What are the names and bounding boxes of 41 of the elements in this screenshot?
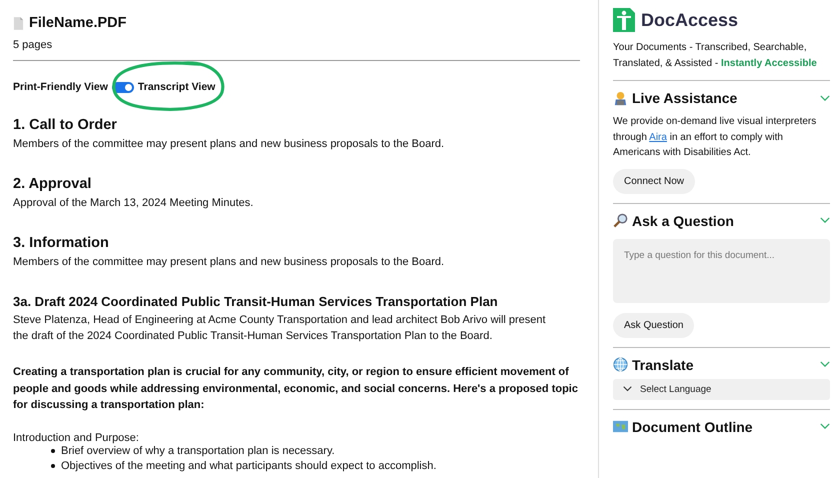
bullet-icon xyxy=(51,464,55,468)
map-icon xyxy=(613,419,628,434)
accessibility-icon xyxy=(613,8,635,32)
tagline: Your Documents - Transcribed, Searchable, Translated, & Assisted - Instantly Accessible xyxy=(613,41,818,71)
chevron-icon xyxy=(623,386,632,392)
chevron-icon[interactable] xyxy=(820,217,830,224)
chevron-icon[interactable] xyxy=(820,423,830,430)
chevron-icon[interactable] xyxy=(820,361,830,368)
toggle-label: Transcript View xyxy=(138,81,216,93)
panel-title: Live Assistance xyxy=(632,90,738,106)
section-heading: 3. Information xyxy=(13,235,110,251)
topic-title: Introduction and Purpose: xyxy=(13,432,140,444)
connect-button[interactable]: Connect Now xyxy=(613,168,696,194)
section-text: Members of the committee may present plans and new business proposals to the Board. xyxy=(13,137,446,152)
toggle-label: Print-Friendly View xyxy=(13,81,108,93)
file-name: FileName.PDF xyxy=(29,15,126,31)
aira-link[interactable]: Aira xyxy=(649,132,667,142)
bullet-text: Objectives of the meeting and what participants should expect to accomplish. xyxy=(61,458,436,474)
assist-text: We provide on-demand live visual interpreters through Aira in an effort to comply with Americans with Disabilities Act. xyxy=(613,115,818,160)
section-text: Members of the committee may present plans and new business proposals to the Board. xyxy=(13,255,446,270)
section-text: Approval of the March 13, 2024 Meeting Minutes. xyxy=(13,196,254,211)
question-field[interactable]: Type a question for this document... xyxy=(613,238,830,302)
section-heading: 3a. Draft 2024 Coordinated Public Transit-Human Services Transportation Plan xyxy=(13,294,499,309)
section-text: Steve Platenza, Head of Engineering at Acme County Transportation and lead architect Bob Arivo will present the draft of the 2024 Coordinated Public Transit-Human Services Transportation Plan to the Board. xyxy=(13,313,547,344)
chevron-icon[interactable] xyxy=(820,94,830,102)
document-icon xyxy=(13,16,24,30)
panel-title: Document Outline xyxy=(632,418,754,434)
ask-button[interactable]: Ask Question xyxy=(613,312,694,338)
section-heading: 2. Approval xyxy=(13,176,92,192)
panel-title: Ask a Question xyxy=(632,212,735,228)
section-heading: 1. Call to Order xyxy=(13,117,118,133)
intro-text: Creating a transportation plan is crucial for any community, city, or region to ensure efficient movement of people and goods while addressing environmental, economic, and social concerns. Here's a proposed topic for discussing a transportation plan: xyxy=(13,365,579,413)
brand-name: DocAccess xyxy=(641,10,738,30)
panel-title: Translate xyxy=(632,356,694,372)
language-select[interactable]: Select Language xyxy=(613,378,830,400)
page-count: 5 pages xyxy=(13,39,54,51)
bullet-text: Brief overview of why a transportation plan is necessary. xyxy=(61,444,335,458)
bullet-icon xyxy=(51,449,55,453)
globe-icon xyxy=(613,357,628,372)
person-laptop-icon xyxy=(613,90,628,106)
search-icon xyxy=(613,213,628,228)
